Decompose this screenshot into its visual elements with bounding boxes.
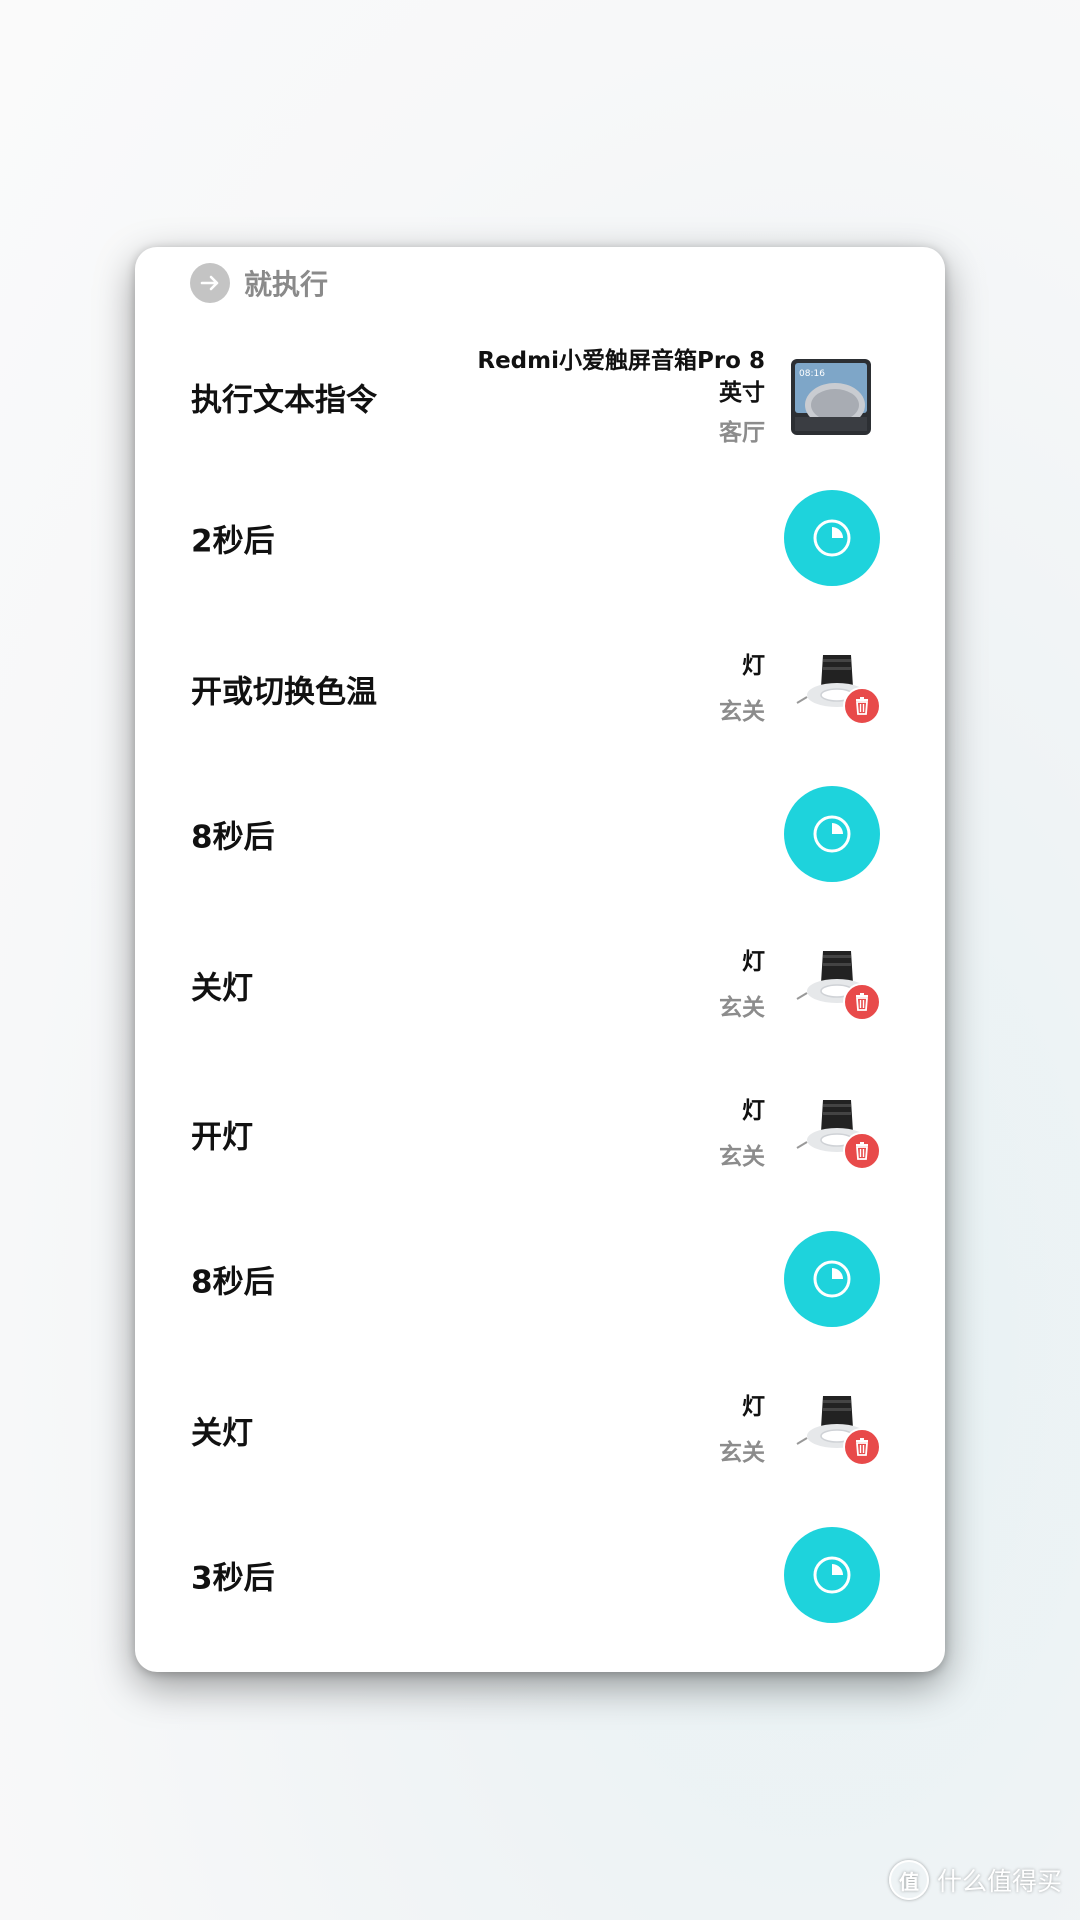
arrow-right-icon <box>190 263 230 303</box>
downlight-icon <box>793 1388 881 1472</box>
timer-icon[interactable] <box>784 786 880 882</box>
action-title: 关灯 <box>191 970 253 1007</box>
device-info: Redmi小爱触屏音箱Pro 8英寸 客厅 <box>465 345 765 449</box>
action-title: 开灯 <box>191 1119 253 1156</box>
action-title: 开或切换色温 <box>191 674 377 711</box>
downlight-icon <box>793 647 881 731</box>
device-room: 玄关 <box>719 1440 765 1466</box>
delete-icon[interactable] <box>843 1428 881 1466</box>
timer-icon[interactable] <box>784 490 880 586</box>
action-title: 8秒后 <box>191 819 275 856</box>
device-info: 灯 玄关 <box>719 1391 765 1469</box>
device-info: 灯 玄关 <box>719 946 765 1024</box>
action-row[interactable]: 2秒后 <box>135 468 945 608</box>
delete-icon[interactable] <box>843 983 881 1021</box>
device-room: 玄关 <box>719 1144 765 1170</box>
device-room: 玄关 <box>719 995 765 1021</box>
timer-icon[interactable] <box>784 1527 880 1623</box>
action-row[interactable]: 8秒后 <box>135 1209 945 1349</box>
delete-icon[interactable] <box>843 1132 881 1170</box>
section-header: 就执行 <box>190 259 328 307</box>
screen-time: 08:16 <box>799 369 825 379</box>
action-row[interactable]: 开灯 灯 玄关 <box>135 1064 945 1204</box>
device-name: Redmi小爱触屏音箱Pro 8英寸 <box>477 348 765 406</box>
device-name: 灯 <box>742 653 765 679</box>
action-title: 关灯 <box>191 1415 253 1452</box>
smart-display-icon: 08:16 <box>789 357 873 437</box>
downlight-icon <box>793 1092 881 1176</box>
device-room: 客厅 <box>719 420 765 446</box>
action-row[interactable]: 关灯 灯 玄关 <box>135 1360 945 1500</box>
downlight-icon <box>793 943 881 1027</box>
action-title: 8秒后 <box>191 1264 275 1301</box>
section-header-label: 就执行 <box>244 268 329 301</box>
timer-icon[interactable] <box>784 1231 880 1327</box>
action-row[interactable]: 开或切换色温 灯 玄关 <box>135 619 945 759</box>
action-row[interactable]: 3秒后 <box>135 1505 945 1645</box>
device-info: 灯 玄关 <box>719 1095 765 1173</box>
watermark: 值 什么值得买 <box>888 1860 1062 1900</box>
watermark-logo-icon: 值 <box>888 1860 929 1900</box>
action-title: 执行文本指令 <box>191 382 377 419</box>
device-room: 玄关 <box>719 699 765 725</box>
action-title: 2秒后 <box>191 523 275 560</box>
device-name: 灯 <box>742 949 765 975</box>
device-name: 灯 <box>742 1394 765 1420</box>
device-info: 灯 玄关 <box>719 650 765 728</box>
action-row[interactable]: 关灯 灯 玄关 <box>135 915 945 1055</box>
action-title: 3秒后 <box>191 1560 275 1597</box>
delete-icon[interactable] <box>843 687 881 725</box>
action-row[interactable]: 8秒后 <box>135 764 945 904</box>
action-row[interactable]: 执行文本指令 Redmi小爱触屏音箱Pro 8英寸 客厅 08:16 <box>135 327 945 467</box>
device-name: 灯 <box>742 1098 765 1124</box>
action-list-card: 就执行 执行文本指令 Redmi小爱触屏音箱Pro 8英寸 客厅 08:16 2… <box>135 247 945 1672</box>
watermark-text: 什么值得买 <box>936 1867 1062 1896</box>
